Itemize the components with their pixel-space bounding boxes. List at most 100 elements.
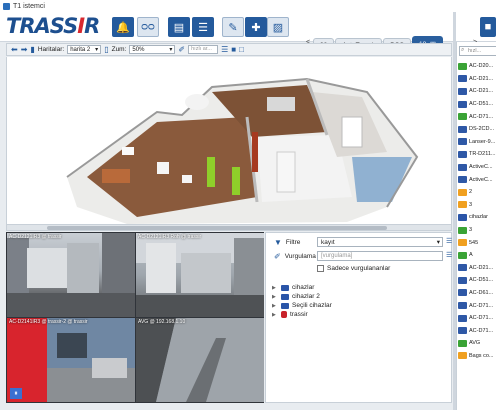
camera-icon <box>458 163 467 171</box>
device-list-label: AC-D71... <box>469 327 494 334</box>
device-list-label: TR-D211... <box>469 151 496 158</box>
layout-icon[interactable]: ☰ <box>192 17 214 37</box>
device-list-item[interactable]: 3 <box>458 199 496 212</box>
map-horizontal-scrollbar[interactable] <box>6 224 452 231</box>
bell-icon[interactable]: 🔔 <box>112 17 134 37</box>
filter-row: ▼ Filtre <box>274 238 300 247</box>
brush-icon[interactable]: ✐ <box>178 45 185 54</box>
device-list-label: AC-D61... <box>469 289 494 296</box>
camera-icon <box>458 339 467 347</box>
puzzle-icon[interactable]: ✚ <box>245 17 267 37</box>
device-list-label: DS-2CD... <box>469 126 495 133</box>
camera-grid: AC-D2121IR3 @ trassir AC-D2121IR3 Roh @ … <box>6 232 264 403</box>
video-icon[interactable]: ■ <box>231 45 236 54</box>
message-icon[interactable]: ▤ <box>168 17 190 37</box>
zoom-label: Zum: <box>111 46 127 53</box>
device-list-item[interactable]: AC-D21... <box>458 73 496 86</box>
trassir-logo: TRASSIR <box>6 14 100 38</box>
device-list-item[interactable]: ActiveC... <box>458 161 496 174</box>
device-list: AC-D20... AC-D21... AC-D21... AC-D51... AC-D… <box>458 60 496 362</box>
device-search-input[interactable]: ⌕ hızl... <box>459 46 496 56</box>
device-list-item[interactable]: AC-D21... <box>458 262 496 275</box>
list-icon[interactable]: ☰ <box>221 45 228 54</box>
device-list-item[interactable]: Lanser-9... <box>458 136 496 149</box>
highlight-input[interactable]: [vurgulama] <box>317 251 443 261</box>
camera-tile[interactable]: AC-D2141IR3 @ trassir-2 @ trassir ⏸ <box>7 318 135 402</box>
camera-icon <box>458 264 467 272</box>
filter-panel: ▼ Filtre kayıt ▾ ☰ ✐ Vurgulama [vurgulama… <box>265 232 452 403</box>
tree-item[interactable]: ▶ cihazlar <box>272 283 332 292</box>
camera-feed-2 <box>136 233 264 317</box>
filter-icon: ▼ <box>274 238 282 247</box>
floor-plan-map[interactable] <box>6 57 452 224</box>
device-list-item[interactable]: AC-D71... <box>458 324 496 337</box>
device-list-item[interactable]: AC-D71... <box>458 110 496 123</box>
device-list-item[interactable]: Bags co... <box>458 350 496 363</box>
folder-icon <box>281 293 289 300</box>
device-list-label: ActiveC... <box>469 176 493 183</box>
camera-icon <box>458 239 467 247</box>
camera-tile[interactable]: AC-D2121IR3 Roh @ trassir <box>136 233 264 317</box>
camera-icon <box>458 302 467 310</box>
device-list-item[interactable]: A <box>458 249 496 262</box>
camera-feed-1 <box>7 233 135 317</box>
device-list-item[interactable]: 2 <box>458 186 496 199</box>
scrollbar-thumb[interactable] <box>47 226 387 230</box>
device-list-item[interactable]: AC-D51... <box>458 98 496 111</box>
device-list-label: cihazlar <box>469 214 488 221</box>
device-list-item[interactable]: AC-D21... <box>458 85 496 98</box>
camera-icon <box>458 314 467 322</box>
tree-item[interactable]: ▶ trassir <box>272 310 332 319</box>
device-list-item[interactable]: DS-2CD... <box>458 123 496 136</box>
filter-select[interactable]: kayıt ▾ <box>317 237 443 247</box>
device-list-item[interactable]: AVG <box>458 337 496 350</box>
sidebar-toggle-icon[interactable]: ▯ <box>104 45 108 54</box>
back-arrow-icon[interactable]: ⬅ <box>11 45 18 54</box>
device-list-label: Lanser-9... <box>469 138 496 145</box>
device-list-item[interactable]: cihazlar <box>458 211 496 224</box>
device-list-item[interactable]: AC-D71... <box>458 299 496 312</box>
database-icon <box>281 311 287 318</box>
device-list-item[interactable]: 3 <box>458 224 496 237</box>
stop-icon[interactable]: □ <box>239 45 244 54</box>
camera-icon <box>458 138 467 146</box>
device-list-item[interactable]: AC-D20... <box>458 60 496 73</box>
camera-tile[interactable]: AVG @ 192.168.1.10 <box>136 318 264 402</box>
zoom-select[interactable]: 50% ▾ <box>129 45 176 54</box>
device-list-label: 2 <box>469 189 473 196</box>
highlight-label: Vurgulama <box>284 253 316 260</box>
only-highlighted-row: Sadece vurgulananlar <box>317 265 390 272</box>
pause-button[interactable]: ⏸ <box>10 388 22 399</box>
device-list-item[interactable]: AC-D51... <box>458 274 496 287</box>
edit-icon[interactable]: ▨ <box>267 17 289 37</box>
window-title: T1 istemci <box>13 2 45 10</box>
top-toolbar: TRASSIR 🔔 ᴑᴑ ▤ ☰ ✎ ✚ ▨ < 98 AutoTrassir … <box>0 12 496 51</box>
camera-icon <box>458 289 467 297</box>
maps-select[interactable]: harita 2 ▾ <box>67 45 102 54</box>
tree-item[interactable]: ▶ Seçili cihazlar <box>272 301 332 310</box>
bottom-edge <box>6 403 452 410</box>
only-highlighted-checkbox[interactable] <box>317 265 324 272</box>
device-list-item[interactable]: TR-D211... <box>458 148 496 161</box>
camera-icon[interactable]: ■ <box>480 17 496 37</box>
camera-icon <box>458 188 467 196</box>
tree-item[interactable]: ▶ cihazlar 2 <box>272 292 332 301</box>
device-list-label: AVG <box>469 340 481 347</box>
device-list-label: AC-D71... <box>469 113 494 120</box>
device-list-item[interactable]: 545 <box>458 236 496 249</box>
pin-icon[interactable]: ▮ <box>30 45 34 54</box>
only-highlighted-label: Sadece vurgulananlar <box>327 265 391 272</box>
forward-arrow-icon[interactable]: ➡ <box>21 45 28 54</box>
wand-icon[interactable]: ✎ <box>222 17 244 37</box>
camera-feed-3 <box>7 318 135 402</box>
folder-icon <box>281 302 289 309</box>
device-list-item[interactable]: AC-D71... <box>458 312 496 325</box>
camera-tile[interactable]: AC-D2121IR3 @ trassir <box>7 233 135 317</box>
cassette-icon[interactable]: ᴑᴑ <box>137 17 159 37</box>
highlight-list-icon[interactable]: ☰ <box>446 251 452 259</box>
device-list-label: AC-D71... <box>469 315 494 322</box>
device-list-item[interactable]: ActiveC... <box>458 173 496 186</box>
device-list-item[interactable]: AC-D61... <box>458 287 496 300</box>
quick-search-input[interactable]: hızlı ar... <box>188 45 219 54</box>
filter-list-icon[interactable]: ☰ <box>446 237 452 245</box>
